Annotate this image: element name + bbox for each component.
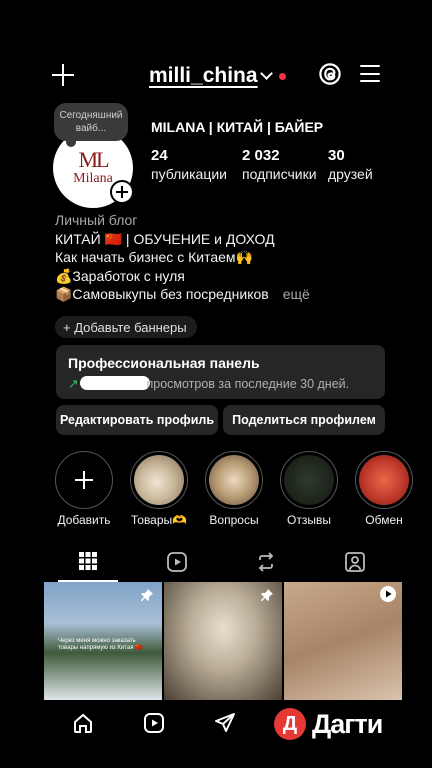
reels-icon <box>167 552 187 572</box>
bio-more-link[interactable]: ещё <box>283 286 310 302</box>
highlight-label: Обмен <box>365 513 403 527</box>
stat-value: 24 <box>151 147 168 164</box>
watermark-logo: Д <box>274 708 306 740</box>
post-caption-overlay: Через меня можно заказать товары напряму… <box>58 638 143 651</box>
tab-reels[interactable] <box>147 545 207 581</box>
stat-value: 30 <box>328 147 345 164</box>
direct-send-icon[interactable] <box>214 712 236 734</box>
highlight-cover <box>284 455 334 505</box>
highlight-questions[interactable]: Вопросы <box>205 451 263 527</box>
profile-tabs <box>58 545 398 581</box>
tab-reposts[interactable] <box>236 545 296 581</box>
menu-icon[interactable] <box>360 65 380 83</box>
bio-category: Личный блог <box>55 212 138 228</box>
bio-line: 💰Заработок с нуля <box>55 267 185 284</box>
reels-icon[interactable] <box>143 712 165 734</box>
stat-label: публикации <box>151 166 227 182</box>
pro-panel-subtitle: ↗ просмотров за последние 30 дней. <box>68 376 350 391</box>
post-thumbnail[interactable] <box>164 582 282 700</box>
stat-label: подписчики <box>242 166 317 182</box>
tab-grid[interactable] <box>58 545 118 581</box>
pin-icon <box>141 589 153 601</box>
notification-dot <box>278 72 286 80</box>
highlight-exchange[interactable]: Обмен <box>355 451 413 527</box>
highlight-label: Добавить <box>57 513 111 527</box>
highlight-ring <box>280 451 338 509</box>
stat-value: 2 032 <box>242 147 280 164</box>
plus-icon <box>75 471 93 489</box>
bio-line: 📦Самовыкупы без посредников <box>55 286 269 302</box>
tagged-icon <box>345 552 365 572</box>
professional-dashboard[interactable]: Профессиональная панель ↗ просмотров за п… <box>56 345 385 399</box>
bio-line: Как начать бизнес с Китаем🙌 <box>55 249 253 265</box>
highlight-cover <box>359 455 409 505</box>
highlight-add[interactable]: Добавить <box>55 451 113 527</box>
plus-icon <box>112 182 132 202</box>
share-profile-button[interactable]: Поделиться профилем <box>223 405 385 435</box>
highlight-label: Отзывы <box>287 513 331 527</box>
create-plus-icon[interactable] <box>52 64 74 86</box>
post-thumbnail[interactable]: Через меня можно заказать товары напряму… <box>44 582 162 700</box>
full-name: MILANA | КИТАЙ | БАЙЕР <box>151 119 324 135</box>
highlight-label: Товары🫶 <box>130 513 188 527</box>
note-text: Сегодняшний вайб... <box>59 110 123 134</box>
bio: Личный блог КИТАЙ 🇨🇳 | ОБУЧЕНИЕ и ДОХОД … <box>55 211 415 304</box>
tab-tagged[interactable] <box>325 545 385 581</box>
top-bar: milli_china <box>0 58 432 94</box>
avatar-name: Milana <box>73 171 113 187</box>
stat-followers[interactable]: 2 032 подписчики <box>242 147 317 182</box>
edit-profile-button[interactable]: Редактировать профиль <box>56 405 218 435</box>
pro-panel-title: Профессиональная панель <box>68 355 260 371</box>
username[interactable]: milli_china <box>149 64 258 88</box>
highlight-ring <box>355 451 413 509</box>
highlight-reviews[interactable]: Отзывы <box>280 451 338 527</box>
highlight-ring <box>130 451 188 509</box>
watermark: Д Дагти <box>274 708 383 740</box>
home-icon[interactable] <box>72 712 94 734</box>
highlight-goods[interactable]: Товары🫶 <box>130 451 188 527</box>
repost-icon <box>258 552 274 572</box>
highlight-add-ring <box>55 451 113 509</box>
chevron-down-icon <box>259 67 273 80</box>
post-grid: Через меня можно заказать товары напряму… <box>44 582 404 700</box>
threads-icon[interactable] <box>318 62 342 86</box>
highlight-label: Вопросы <box>209 513 259 527</box>
stat-friends[interactable]: 30 друзей <box>328 147 373 182</box>
account-switcher[interactable]: milli_china <box>149 64 286 88</box>
highlight-cover <box>209 455 259 505</box>
grid-icon <box>79 552 97 570</box>
pin-icon <box>261 589 273 601</box>
highlight-cover <box>134 455 184 505</box>
stat-posts[interactable]: 24 публикации <box>151 147 227 182</box>
trend-arrow-icon: ↗ <box>68 377 79 391</box>
add-banners-button[interactable]: + Добавьте баннеры <box>55 316 197 338</box>
bio-line: КИТАЙ 🇨🇳 | ОБУЧЕНИЕ и ДОХОД <box>55 230 275 247</box>
redacted-count <box>80 376 151 390</box>
post-thumbnail[interactable] <box>284 582 402 700</box>
stat-label: друзей <box>328 166 373 182</box>
highlight-ring <box>205 451 263 509</box>
add-story-button[interactable] <box>110 180 134 204</box>
note-bubble[interactable]: Сегодняшний вайб... <box>54 103 128 147</box>
watermark-text: Дагти <box>312 708 383 739</box>
reel-badge-icon <box>380 586 396 602</box>
avatar-monogram: ML <box>78 147 110 173</box>
